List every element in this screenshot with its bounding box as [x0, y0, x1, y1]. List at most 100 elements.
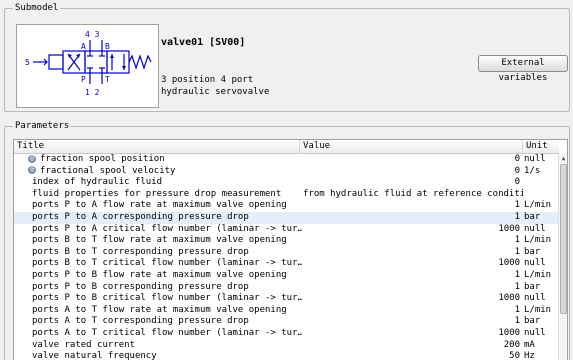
- table-row[interactable]: ports B to T critical flow number (lamin…: [14, 258, 559, 270]
- table-row[interactable]: @ fraction spool position 0 null: [14, 154, 559, 166]
- table-row[interactable]: index of hydraulic fluid 0: [14, 177, 559, 189]
- table-row[interactable]: ports A to T critical flow number (lamin…: [14, 328, 559, 340]
- parameter-title: ports B to T critical flow number (lamin…: [32, 258, 302, 270]
- table-row[interactable]: ports P to B flow rate at maximum valve …: [14, 270, 559, 282]
- parameter-unit: bar: [524, 281, 541, 292]
- parameter-title: ports P to A critical flow number (lamin…: [32, 224, 302, 236]
- column-header-value[interactable]: Value: [300, 140, 523, 154]
- parameter-unit: L/min: [524, 269, 552, 280]
- valve-symbol[interactable]: 4 3 A B P T 1 2 5: [16, 24, 159, 108]
- parameter-title: ports A to T flow rate at maximum valve …: [32, 305, 302, 317]
- parameter-value[interactable]: 1: [296, 235, 520, 247]
- table-row[interactable]: fluid properties for pressure drop measu…: [14, 189, 559, 201]
- parameter-title: @ fraction spool position: [28, 154, 298, 166]
- table-row[interactable]: ports B to T corresponding pressure drop…: [14, 247, 559, 259]
- parameter-unit: null: [524, 293, 546, 304]
- parameter-value[interactable]: 1: [296, 212, 520, 224]
- svg-text:4 3: 4 3: [85, 30, 100, 39]
- parameter-value[interactable]: 0: [296, 154, 520, 166]
- parameter-title: valve rated current: [32, 340, 302, 352]
- parameter-title-text: index of hydraulic fluid: [32, 177, 163, 188]
- table-row[interactable]: ports A to T flow rate at maximum valve …: [14, 305, 559, 317]
- parameter-value[interactable]: 1000: [296, 293, 520, 305]
- parameter-title: ports P to B flow rate at maximum valve …: [32, 270, 302, 282]
- parameter-unit: null: [524, 327, 546, 338]
- table-row[interactable]: ports B to T flow rate at maximum valve …: [14, 235, 559, 247]
- parameter-value[interactable]: 1: [296, 305, 520, 317]
- description-line-1: 3 position 4 port: [161, 75, 254, 85]
- svg-text:1 2: 1 2: [85, 88, 100, 97]
- table-row[interactable]: @ fractional spool velocity 0 1/s: [14, 166, 559, 178]
- parameter-title-text: ports A to T critical flow number (lamin…: [32, 327, 302, 338]
- parameter-title: ports A to T corresponding pressure drop: [32, 316, 302, 328]
- parameters-group: Parameters Title Value Unit @ fraction sp…: [4, 120, 570, 360]
- scroll-up-arrow-icon[interactable]: ▲: [559, 154, 567, 163]
- parameter-unit: L/min: [524, 235, 552, 246]
- parameter-value[interactable]: from hydraulic fluid at reference condit…: [303, 189, 523, 201]
- servovalve-symbol-icon: 4 3 A B P T 1 2 5: [25, 30, 152, 97]
- table-row[interactable]: ports P to B corresponding pressure drop…: [14, 282, 559, 294]
- svg-text:B: B: [105, 42, 110, 51]
- external-variables-button[interactable]: External variables: [478, 55, 568, 83]
- parameter-value[interactable]: 1000: [296, 328, 520, 340]
- parameter-title-text: ports B to T corresponding pressure drop: [32, 246, 249, 257]
- scrollbar-thumb[interactable]: [560, 164, 567, 314]
- parameter-title-text: fractional spool velocity: [40, 165, 176, 176]
- parameter-title-text: ports B to T critical flow number (lamin…: [32, 258, 302, 269]
- parameter-value[interactable]: 1: [296, 200, 520, 212]
- variable-icon: @: [28, 154, 36, 163]
- parameter-value[interactable]: 0: [296, 166, 520, 178]
- submodel-description: 3 position 4 port hydraulic servovalve: [161, 74, 269, 98]
- parameter-title-text: valve rated current: [32, 339, 135, 350]
- parameter-title-text: ports A to T flow rate at maximum valve …: [32, 304, 287, 315]
- description-line-2: hydraulic servovalve: [161, 87, 270, 97]
- parameter-title-text: ports P to B corresponding pressure drop: [32, 281, 249, 292]
- parameter-title: @ fractional spool velocity: [28, 166, 298, 178]
- parameter-title: ports P to A flow rate at maximum valve …: [32, 200, 302, 212]
- parameter-value[interactable]: 1: [296, 247, 520, 259]
- submodel-group: Submodel 4 3 A B P T 1 2 5 valve01 [SV00…: [4, 2, 570, 112]
- parameter-value[interactable]: 1: [296, 282, 520, 294]
- parameter-unit: bar: [524, 211, 541, 222]
- column-header-title[interactable]: Title: [14, 140, 300, 154]
- table-row[interactable]: valve natural frequency 50 Hz: [14, 351, 559, 360]
- parameter-title: ports A to T critical flow number (lamin…: [32, 328, 302, 340]
- table-body: @ fraction spool position 0 null @ fractional…: [14, 154, 559, 360]
- table-row[interactable]: ports P to A corresponding pressure drop…: [14, 211, 559, 224]
- table-row[interactable]: valve rated current 200 mA: [14, 340, 559, 352]
- parameter-title-text: ports P to A critical flow number (lamin…: [32, 223, 302, 234]
- parameter-value[interactable]: 1000: [296, 258, 520, 270]
- parameter-value[interactable]: 1000: [296, 224, 520, 236]
- parameter-title-text: fraction spool position: [40, 154, 165, 164]
- parameter-value[interactable]: 50: [296, 351, 520, 360]
- parameter-unit: L/min: [524, 200, 552, 211]
- parameter-value[interactable]: 1: [296, 316, 520, 328]
- table-row[interactable]: ports A to T corresponding pressure drop…: [14, 316, 559, 328]
- table-row[interactable]: ports P to B critical flow number (lamin…: [14, 293, 559, 305]
- parameter-unit: mA: [524, 339, 535, 350]
- table-row[interactable]: ports P to A flow rate at maximum valve …: [14, 200, 559, 212]
- table-row[interactable]: ports P to A critical flow number (lamin…: [14, 224, 559, 236]
- submodel-name: valve01 [SV00]: [161, 37, 246, 48]
- parameter-title-text: ports P to B flow rate at maximum valve …: [32, 269, 287, 280]
- parameter-unit: L/min: [524, 304, 552, 315]
- parameter-value[interactable]: 1: [296, 270, 520, 282]
- parameter-unit: null: [524, 154, 546, 164]
- parameter-unit: 1/s: [524, 165, 541, 176]
- variable-icon: @: [28, 166, 36, 175]
- parameters-table: Title Value Unit @ fraction spool positio…: [13, 139, 568, 360]
- parameter-title-text: valve natural frequency: [32, 351, 157, 360]
- svg-text:5: 5: [25, 58, 30, 67]
- vertical-scrollbar[interactable]: ▲: [558, 154, 567, 360]
- parameter-title: ports P to B corresponding pressure drop: [32, 282, 302, 294]
- column-header-unit[interactable]: Unit: [523, 140, 559, 154]
- parameter-unit: bar: [524, 316, 541, 327]
- parameter-value[interactable]: 200: [296, 340, 520, 352]
- parameter-unit: null: [524, 223, 546, 234]
- parameter-title-text: ports P to A flow rate at maximum valve …: [32, 200, 287, 211]
- parameter-value[interactable]: 0: [296, 177, 520, 189]
- svg-text:A: A: [81, 42, 86, 51]
- parameter-title-text: ports B to T flow rate at maximum valve …: [32, 235, 287, 246]
- parameter-unit: Hz: [524, 351, 535, 360]
- parameter-title: ports P to A corresponding pressure drop: [32, 212, 302, 224]
